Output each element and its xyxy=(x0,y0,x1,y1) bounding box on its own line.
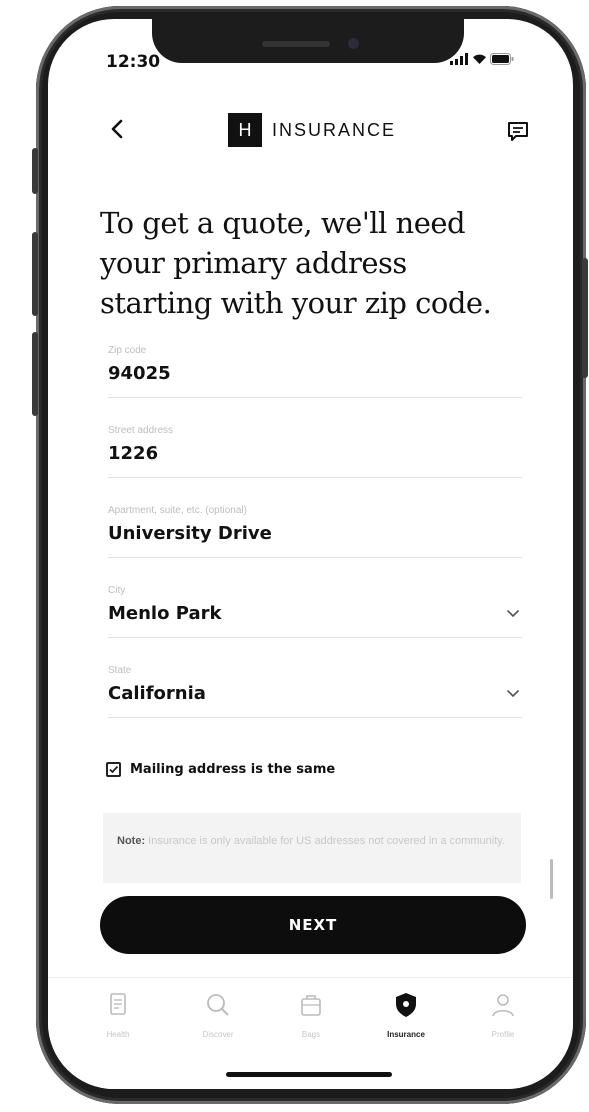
search-icon xyxy=(207,994,229,1016)
chevron-down-icon xyxy=(507,690,519,698)
tab-health[interactable]: Health xyxy=(78,990,158,1039)
tab-bags[interactable]: Bags xyxy=(271,990,351,1039)
notch xyxy=(152,19,464,63)
state-select[interactable]: State California xyxy=(108,663,522,718)
chevron-down-icon xyxy=(507,610,519,618)
insurance-note: Note: Insurance is only available for US… xyxy=(103,813,521,883)
apartment-value: University Drive xyxy=(108,523,272,544)
shield-icon xyxy=(396,993,416,1017)
tab-bags-label: Bags xyxy=(301,1030,321,1039)
city-select[interactable]: City Menlo Park xyxy=(108,583,522,638)
city-value: Menlo Park xyxy=(108,603,222,624)
volume-up-button xyxy=(32,232,38,316)
mailing-same-row[interactable]: Mailing address is the same xyxy=(106,762,335,777)
next-button[interactable]: NEXT xyxy=(100,896,526,954)
apartment-field[interactable]: Apartment, suite, etc. (optional) Univer… xyxy=(108,503,522,558)
note-prefix: Note: xyxy=(117,835,146,847)
tab-profile[interactable]: Profile xyxy=(463,990,543,1039)
speaker-grille xyxy=(262,41,330,47)
bag-icon xyxy=(301,995,321,1016)
mailing-same-label: Mailing address is the same xyxy=(130,762,336,777)
tab-health-label: Health xyxy=(106,1030,130,1039)
zip-code-field[interactable]: Zip code 94025 xyxy=(108,343,522,398)
profile-icon xyxy=(492,994,514,1017)
zip-code-value: 94025 xyxy=(108,363,171,384)
tab-discover-label: Discover xyxy=(202,1030,234,1039)
status-icons xyxy=(450,53,514,65)
mailing-same-checkbox[interactable] xyxy=(106,762,121,777)
scrollbar[interactable] xyxy=(550,859,553,899)
brand-text: INSURANCE xyxy=(272,119,397,140)
document-icon xyxy=(110,993,126,1015)
tab-profile-label: Profile xyxy=(491,1030,515,1039)
back-button[interactable] xyxy=(106,117,130,141)
volume-down-button xyxy=(32,332,38,416)
checkmark-icon xyxy=(109,765,119,774)
power-button xyxy=(582,258,588,378)
battery-icon xyxy=(490,53,514,65)
signal-icon xyxy=(450,53,468,65)
status-time: 12:30 xyxy=(106,52,161,72)
app-screen: 12:30 H INSURANCE To get a quote, we'll … xyxy=(48,19,573,1089)
home-indicator[interactable] xyxy=(226,1072,392,1077)
brand-logo: H INSURANCE xyxy=(228,113,396,147)
front-camera xyxy=(348,38,359,49)
state-value: California xyxy=(108,683,206,704)
silent-switch xyxy=(32,148,38,194)
state-label: State xyxy=(108,665,132,676)
chevron-left-icon xyxy=(111,119,123,139)
tab-discover[interactable]: Discover xyxy=(178,990,258,1039)
chat-button[interactable] xyxy=(506,119,530,143)
street-address-field[interactable]: Street address 1226 xyxy=(108,423,522,478)
page-title: To get a quote, we'll need your primary … xyxy=(100,206,492,320)
note-text: Insurance is only available for US addre… xyxy=(148,835,506,847)
tab-insurance[interactable]: Insurance xyxy=(366,990,446,1039)
apartment-label: Apartment, suite, etc. (optional) xyxy=(108,505,247,516)
brand-mark: H xyxy=(228,113,262,147)
wifi-icon xyxy=(472,53,486,65)
city-label: City xyxy=(108,585,126,596)
zip-code-label: Zip code xyxy=(108,345,147,356)
street-address-label: Street address xyxy=(108,425,174,436)
street-address-value: 1226 xyxy=(108,443,159,464)
chat-icon xyxy=(508,122,528,141)
tab-insurance-label: Insurance xyxy=(387,1030,425,1039)
